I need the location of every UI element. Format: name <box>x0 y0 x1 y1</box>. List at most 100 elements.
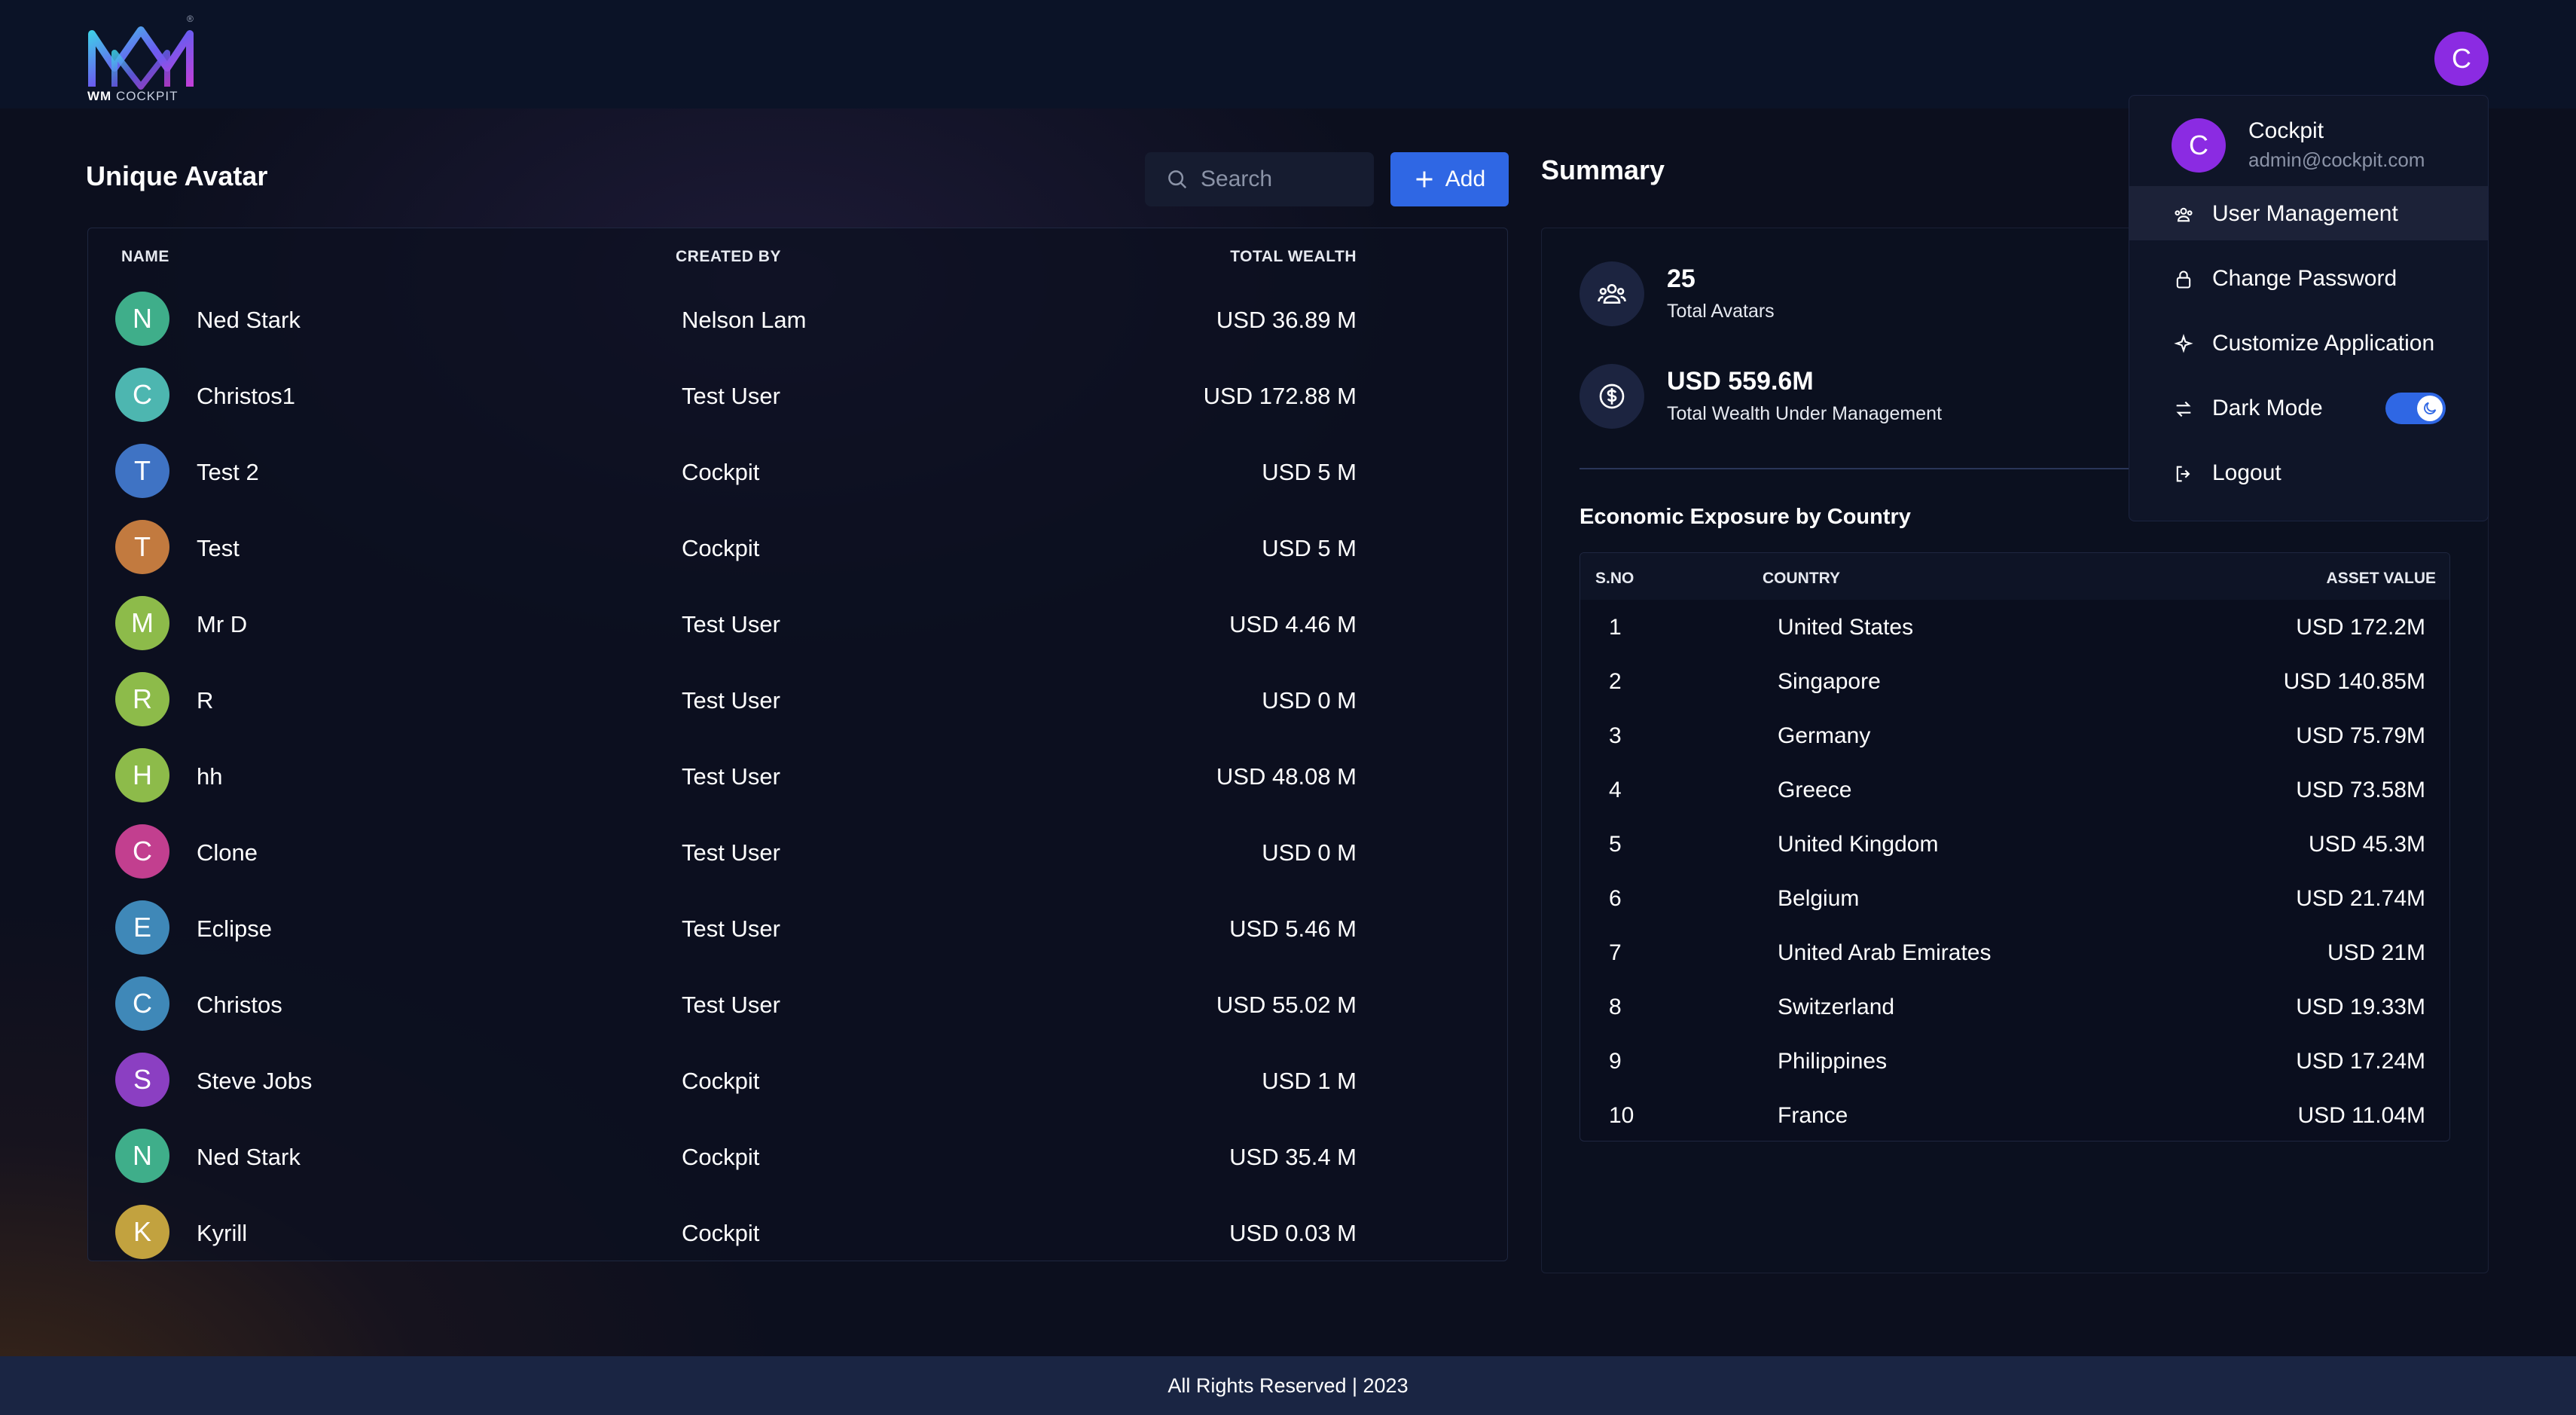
menu-item-label: Change Password <box>2212 266 2397 291</box>
table-row[interactable]: C Clone Test User USD 0 M <box>88 814 1507 890</box>
dark-mode-toggle[interactable] <box>2385 393 2446 424</box>
total-wealth: USD 172.88 M <box>1203 383 1357 409</box>
table-row: 5 United Kingdom USD 45.3M <box>1580 817 2449 871</box>
table-row[interactable]: Hhh Test User USD 48.08 M <box>88 738 1507 814</box>
created-by: Test User <box>682 915 780 942</box>
row-asset-value: USD 11.04M <box>2297 1103 2425 1128</box>
avatar: T <box>115 520 169 574</box>
user-avatar-button[interactable]: C <box>2434 32 2489 86</box>
avatar-name[interactable]: Steve Jobs <box>197 1068 312 1095</box>
row-country: Singapore <box>1778 669 1881 694</box>
table-row[interactable]: C Christos Test User USD 55.02 M <box>88 966 1507 1042</box>
users-icon <box>1579 261 1644 326</box>
row-sno: 1 <box>1609 615 1622 640</box>
avatar-name[interactable]: R <box>197 687 213 714</box>
table-row[interactable]: S Steve Jobs Cockpit USD 1 M <box>88 1042 1507 1118</box>
avatar-name[interactable]: Kyrill <box>197 1220 247 1247</box>
created-by: Cockpit <box>682 1220 760 1246</box>
column-name[interactable]: NAME <box>121 248 169 266</box>
plus-icon <box>1416 171 1433 188</box>
table-row[interactable]: R R Test User USD 0 M <box>88 662 1507 738</box>
total-wealth: USD 35.4 M <box>1229 1144 1357 1170</box>
menu-item-logout[interactable]: Logout <box>2129 445 2488 500</box>
table-header: NAME CREATED BY TOTAL WEALTH <box>88 228 1507 281</box>
row-sno: 5 <box>1609 832 1622 857</box>
row-asset-value: USD 73.58M <box>2296 778 2425 802</box>
avatar-name[interactable]: Ned Stark <box>197 1144 301 1171</box>
search-box[interactable] <box>1145 152 1374 206</box>
avatar: E <box>115 900 169 955</box>
created-by: Test User <box>682 611 780 637</box>
total-wealth: USD 0 M <box>1262 839 1357 866</box>
created-by: Test User <box>682 383 780 409</box>
logo-text: WM COCKPIT <box>87 89 179 103</box>
table-row[interactable]: C Christos1 Test User USD 172.88 M <box>88 357 1507 433</box>
row-country: Germany <box>1778 723 1871 748</box>
row-asset-value: USD 19.33M <box>2296 995 2425 1019</box>
add-button[interactable]: Add <box>1390 152 1509 206</box>
table-row[interactable]: N Ned Stark Cockpit USD 35.4 M <box>88 1118 1507 1194</box>
menu-item-change-password[interactable]: Change Password <box>2129 251 2488 305</box>
avatar-name[interactable]: Test 2 <box>197 459 259 486</box>
menu-item-user-management[interactable]: User Management <box>2129 186 2488 240</box>
table-row: 2 Singapore USD 140.85M <box>1580 654 2449 708</box>
total-wealth: USD 1 M <box>1262 1068 1357 1094</box>
row-country: Belgium <box>1778 886 1860 911</box>
created-by: Cockpit <box>682 459 760 485</box>
exposure-table-header: S.NO COUNTRY ASSET VALUE <box>1580 553 2449 600</box>
menu-item-dark-mode[interactable]: Dark Mode <box>2129 380 2488 435</box>
logout-icon <box>2176 466 2190 482</box>
avatar: C <box>115 824 169 879</box>
avatar-name[interactable]: Mr D <box>197 611 247 638</box>
table-row: 4 Greece USD 73.58M <box>1580 763 2449 817</box>
top-bar: WM COCKPIT ® C <box>0 0 2576 108</box>
avatar-name[interactable]: Ned Stark <box>197 307 301 334</box>
table-row[interactable]: N Ned Stark Nelson Lam USD 36.89 M <box>88 281 1507 357</box>
avatar: R <box>115 672 169 726</box>
column-asset-value: ASSET VALUE <box>2326 570 2436 587</box>
total-wealth: USD 5 M <box>1262 459 1357 485</box>
row-country: Switzerland <box>1778 995 1895 1019</box>
column-sno: S.NO <box>1595 570 1634 587</box>
add-button-label: Add <box>1445 167 1486 191</box>
search-input[interactable] <box>1201 167 1366 192</box>
total-wealth: USD 55.02 M <box>1216 992 1357 1018</box>
avatar-name[interactable]: Christos1 <box>197 383 295 410</box>
table-row[interactable]: K Kyrill Cockpit USD 0.03 M <box>88 1194 1507 1261</box>
menu-item-customize-application[interactable]: Customize Application <box>2129 316 2488 370</box>
dollar-icon <box>1579 364 1644 429</box>
row-asset-value: USD 75.79M <box>2296 723 2425 748</box>
row-sno: 10 <box>1609 1103 1634 1128</box>
avatar-table: NAME CREATED BY TOTAL WEALTH N Ned Stark N… <box>87 228 1508 1261</box>
row-asset-value: USD 45.3M <box>2308 832 2425 857</box>
avatar: C <box>2172 118 2226 173</box>
moon-icon <box>2424 402 2437 414</box>
total-wealth-value: USD 559.6M <box>1667 367 1814 396</box>
row-sno: 6 <box>1609 886 1622 911</box>
avatar: S <box>115 1053 169 1107</box>
total-wealth: USD 5.46 M <box>1229 915 1357 942</box>
table-row: 3 Germany USD 75.79M <box>1580 708 2449 763</box>
row-country: United Arab Emirates <box>1778 940 1992 965</box>
registered-mark: ® <box>187 14 194 24</box>
created-by: Nelson Lam <box>682 307 807 333</box>
column-created-by[interactable]: CREATED BY <box>676 248 781 266</box>
avatar-name[interactable]: Christos <box>197 992 282 1019</box>
table-row[interactable]: E Eclipse Test User USD 5.46 M <box>88 890 1507 966</box>
table-row[interactable]: M Mr D Test User USD 4.46 M <box>88 585 1507 662</box>
row-asset-value: USD 140.85M <box>2283 669 2425 694</box>
row-asset-value: USD 172.2M <box>2296 615 2425 640</box>
table-row[interactable]: T Test Cockpit USD 5 M <box>88 509 1507 585</box>
avatar-name[interactable]: Test <box>197 535 240 562</box>
swap-icon <box>2176 401 2191 417</box>
avatar-name[interactable]: Eclipse <box>197 915 272 943</box>
avatar: C <box>115 368 169 422</box>
row-asset-value: USD 21M <box>2327 940 2425 965</box>
table-row[interactable]: T Test 2 Cockpit USD 5 M <box>88 433 1507 509</box>
avatar-name[interactable]: hh <box>197 763 222 790</box>
menu-item-label: User Management <box>2212 201 2398 226</box>
row-country: Philippines <box>1778 1049 1888 1074</box>
column-total-wealth[interactable]: TOTAL WEALTH <box>1230 248 1357 266</box>
row-asset-value: USD 21.74M <box>2296 886 2425 911</box>
avatar-name[interactable]: Clone <box>197 839 258 866</box>
